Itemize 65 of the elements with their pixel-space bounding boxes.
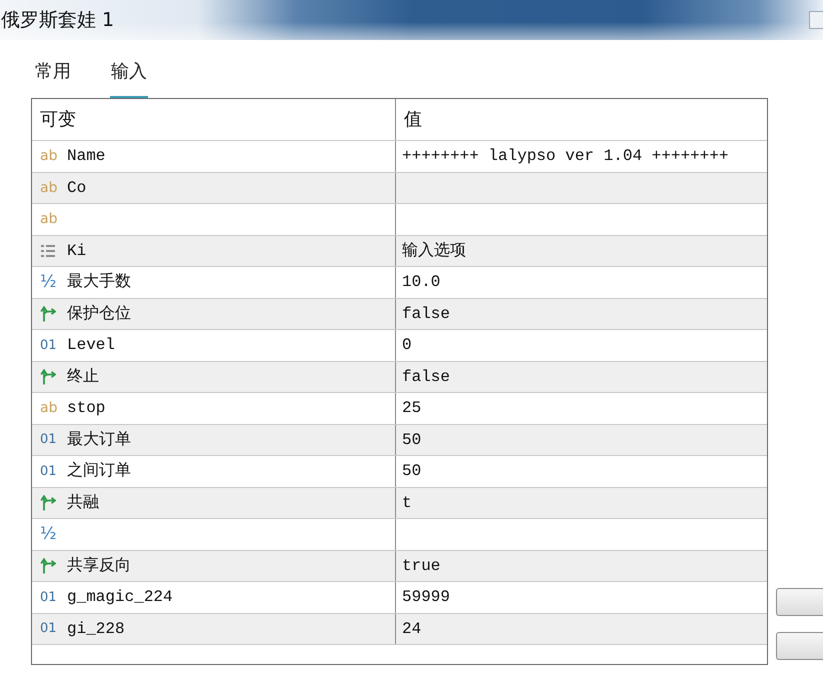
- parameter-name: Ki: [67, 240, 86, 262]
- parameter-value: 24: [402, 618, 422, 640]
- parameter-value: 59999: [402, 587, 450, 608]
- integer-type-icon: 01: [40, 338, 62, 352]
- table-row[interactable]: 保护仓位 false: [32, 298, 767, 330]
- table-row[interactable]: ½: [32, 519, 767, 550]
- table-row[interactable]: 共享反向 true: [32, 550, 767, 582]
- parameter-name: 最大订单: [67, 430, 131, 451]
- parameter-value: 输入选项: [402, 240, 466, 262]
- parameter-value: 50: [402, 430, 422, 451]
- tab[interactable]: 常用: [34, 52, 72, 98]
- integer-type-icon: 01: [40, 433, 62, 446]
- branch-arrow-icon: [40, 306, 56, 322]
- parameter-value: true: [402, 556, 440, 577]
- parameter-value: false: [402, 366, 450, 388]
- parameter-name: 共融: [67, 492, 99, 514]
- parameter-name: stop: [67, 398, 106, 420]
- table-row[interactable]: ab stop 25: [32, 393, 767, 424]
- table-row[interactable]: 01 最大订单 50: [32, 424, 767, 456]
- fraction-icon: ½: [40, 526, 62, 543]
- integer-type-icon: 01: [40, 464, 62, 478]
- integer-type-icon: 01: [40, 622, 62, 636]
- string-type-icon: ab: [40, 180, 62, 195]
- parameter-name: Name: [67, 146, 106, 168]
- parameter-name: Level: [67, 335, 116, 356]
- parameter-value: 50: [402, 461, 422, 482]
- parameter-name: gi_228: [67, 618, 125, 640]
- parameter-value: ++++++++ lalypso ver 1.04 ++++++++: [402, 146, 728, 168]
- parameter-value: 25: [402, 398, 422, 420]
- string-type-icon: ab: [40, 401, 62, 416]
- table-row[interactable]: 01 之间订单 50: [32, 456, 767, 488]
- parameter-name: 保护仓位: [67, 304, 131, 325]
- table-row[interactable]: 01 gi_228 24: [32, 614, 767, 645]
- table-row[interactable]: 01 Level 0: [32, 330, 767, 362]
- parameter-value: 0: [402, 335, 412, 356]
- table-row[interactable]: ½ 最大手数 10.0: [32, 267, 767, 298]
- parameter-name: Co: [67, 178, 86, 199]
- integer-type-icon: 01: [40, 590, 62, 604]
- column-header: 值: [403, 108, 422, 132]
- parameter-value: false: [402, 304, 450, 325]
- list-icon: [40, 242, 56, 259]
- window-title: 俄罗斯套娃 1: [0, 8, 114, 33]
- parameter-value: t: [402, 492, 412, 514]
- branch-arrow-icon: [40, 494, 56, 511]
- table-row[interactable]: 共融 t: [32, 488, 767, 519]
- parameter-name: g_magic_224: [67, 587, 173, 608]
- branch-arrow-icon: [40, 368, 56, 385]
- table-row[interactable]: 01 g_magic_224 59999: [32, 582, 767, 614]
- side-button[interactable]: [776, 588, 823, 616]
- string-type-icon: ab: [40, 149, 62, 164]
- parameter-name: 终止: [67, 366, 99, 388]
- table-row[interactable]: ab Co: [32, 172, 767, 204]
- column-header: 可变: [32, 99, 396, 140]
- string-type-icon: ab: [40, 212, 62, 226]
- window-control-button[interactable]: [809, 11, 823, 29]
- table-row[interactable]: Ki 输入选项: [32, 236, 767, 267]
- fraction-icon: ½: [40, 274, 62, 291]
- parameter-value: 10.0: [402, 272, 440, 294]
- side-button[interactable]: [776, 632, 823, 660]
- table-row[interactable]: 终止 false: [32, 362, 767, 393]
- parameter-name: 之间订单: [67, 460, 131, 482]
- branch-arrow-icon: [40, 558, 56, 574]
- parameter-name: 最大手数: [67, 272, 131, 294]
- parameter-name: 共享反向: [67, 556, 131, 577]
- table-row[interactable]: ab Name ++++++++ lalypso ver 1.04 ++++++++: [32, 141, 767, 172]
